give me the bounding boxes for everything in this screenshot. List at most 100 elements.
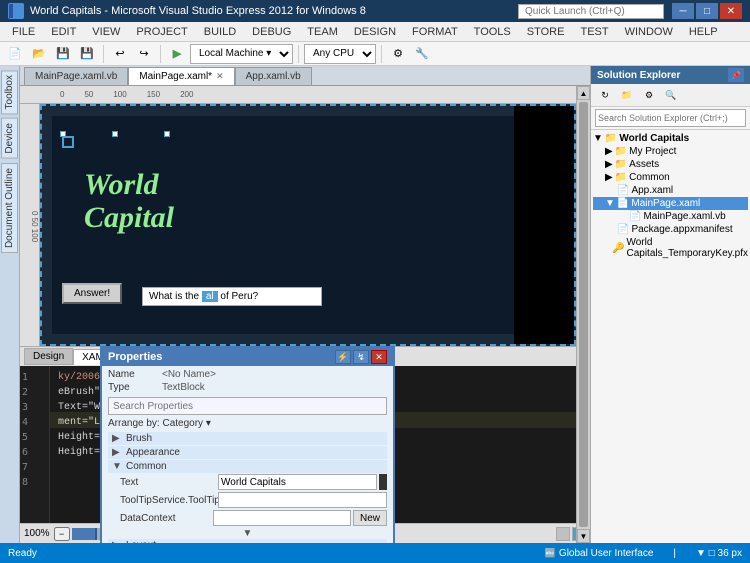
tree-assets[interactable]: ▶ 📁 Assets	[593, 158, 748, 171]
sol-btn-2[interactable]: 📁	[617, 86, 637, 104]
tree-mainpage-vb[interactable]: 📄 MainPage.xaml.vb	[593, 210, 748, 223]
props-arrange[interactable]: Arrange by: Category ▾	[108, 418, 387, 429]
tree-common[interactable]: ▶ 📁 Common	[593, 171, 748, 184]
tree-my-project[interactable]: ▶ 📁 My Project	[593, 145, 748, 158]
menu-build[interactable]: BUILD	[196, 24, 244, 40]
tab-mainpage-vb[interactable]: MainPage.xaml.vb	[24, 67, 128, 85]
menu-file[interactable]: FILE	[4, 24, 43, 40]
tree-temp-key[interactable]: 🔑 World Capitals_TemporaryKey.pfx	[593, 236, 748, 260]
tool2[interactable]: 🔧	[411, 44, 433, 64]
menu-debug[interactable]: DEBUG	[244, 24, 299, 40]
save-button[interactable]: 💾	[52, 44, 74, 64]
text-selection-box[interactable]: WorldCapital	[62, 136, 74, 148]
app-canvas[interactable]: WorldCapital Answer! What is the al of P…	[52, 116, 514, 334]
tree-package[interactable]: 📄 Package.appxmanifest	[593, 223, 748, 236]
menu-team[interactable]: TEAM	[299, 24, 346, 40]
properties-close-button[interactable]: ✕	[371, 350, 387, 364]
save-all-button[interactable]: 💾	[76, 44, 98, 64]
maximize-button[interactable]: □	[696, 3, 718, 19]
open-button[interactable]: 📂	[28, 44, 50, 64]
my-project-icon: 📁	[615, 146, 627, 157]
new-project-button[interactable]: 📄	[4, 44, 26, 64]
start-button[interactable]: ▶	[166, 44, 188, 64]
solution-explorer-title[interactable]: Solution Explorer 📌	[591, 66, 750, 84]
solution-tree: ▼ 📁 World Capitals ▶ 📁 My Project ▶ 📁 As…	[591, 130, 750, 543]
sol-btn-1[interactable]: ↻	[595, 86, 615, 104]
props-datacontext-label: DataContext	[108, 513, 213, 524]
code-line-2: eBrush">	[58, 385, 106, 400]
global-user-interface-label: 🔤 Global User Interface	[545, 548, 654, 559]
properties-sort-button[interactable]: ⚡	[335, 350, 351, 364]
toolbox-tab[interactable]: Toolbox	[1, 70, 18, 114]
tab-label2: App.xaml.vb	[246, 71, 301, 82]
menu-format[interactable]: FORMAT	[404, 24, 466, 40]
design-canvas[interactable]: 050100150200 0 50 100 WorldCapital	[20, 86, 590, 346]
scroll-up-button[interactable]: ▲	[577, 86, 590, 100]
properties-search-input[interactable]	[108, 397, 387, 415]
scroll-down-button[interactable]: ▼	[577, 529, 590, 543]
status-ready: Ready	[8, 548, 37, 559]
package-label: Package.appxmanifest	[631, 224, 732, 235]
props-datacontext-input[interactable]	[213, 510, 351, 526]
zoom-out-button[interactable]: −	[54, 527, 70, 541]
menu-help[interactable]: HELP	[681, 24, 726, 40]
menu-window[interactable]: WINDOW	[617, 24, 681, 40]
solution-panel-controls: 📌	[728, 68, 744, 82]
props-section-brush[interactable]: ▶ Brush	[108, 432, 387, 445]
solution-icon: 📁	[605, 133, 617, 144]
minimize-button[interactable]: ─	[672, 3, 694, 19]
menu-store[interactable]: STORE	[519, 24, 573, 40]
props-section-common[interactable]: ▼ Common	[108, 460, 387, 473]
tree-app-xaml[interactable]: 📄 App.xaml	[593, 184, 748, 197]
tab-mainpage-xaml[interactable]: MainPage.xaml* ✕	[128, 67, 234, 85]
window-title: World Capitals - Microsoft Visual Studio…	[30, 5, 508, 17]
tool1[interactable]: ⚙	[387, 44, 409, 64]
tree-mainpage-xaml[interactable]: ▼ 📄 MainPage.xaml	[593, 197, 748, 210]
tab-design[interactable]: Design	[24, 348, 73, 365]
solution-search-input[interactable]	[595, 109, 746, 127]
my-project-expand: ▶	[605, 146, 613, 157]
canvas-container: ▲ ▼ 050100150200 0 50 100	[20, 86, 590, 543]
redo-button[interactable]: ↪	[133, 44, 155, 64]
close-button[interactable]: ✕	[720, 3, 742, 19]
target-dropdown[interactable]: Local Machine ▾	[190, 44, 293, 64]
props-datacontext-row: DataContext New	[108, 510, 387, 526]
props-tooltip-input[interactable]	[218, 492, 387, 508]
scroll-thumb[interactable]	[579, 102, 588, 527]
new-button[interactable]: New	[353, 510, 387, 526]
appearance-label: Appearance	[126, 447, 180, 458]
menu-tools[interactable]: TOOLS	[466, 24, 519, 40]
undo-button[interactable]: ↩	[109, 44, 131, 64]
sol-btn-4[interactable]: 🔍	[661, 86, 681, 104]
props-section-appearance[interactable]: ▶ Appearance	[108, 446, 387, 459]
document-outline-tab[interactable]: Document Outline	[1, 163, 18, 253]
menu-edit[interactable]: EDIT	[43, 24, 84, 40]
handle-tl[interactable]	[60, 131, 66, 137]
tab-app-xaml-vb[interactable]: App.xaml.vb	[235, 67, 312, 85]
device-tab[interactable]: Device	[1, 118, 18, 159]
props-type-value: TextBlock	[162, 382, 387, 393]
props-expand-more[interactable]: ▼	[108, 528, 387, 539]
menu-test[interactable]: TEST	[572, 24, 616, 40]
separator2	[160, 45, 161, 63]
props-section-layout[interactable]: ▶ Layout	[108, 539, 387, 543]
props-name-row: Name <No Name>	[108, 369, 387, 380]
config-dropdown[interactable]: Any CPU	[304, 44, 376, 64]
props-text-input[interactable]	[218, 474, 377, 490]
answer-button[interactable]: Answer!	[62, 283, 122, 304]
menu-design[interactable]: DESIGN	[346, 24, 404, 40]
properties-title-bar[interactable]: Properties ⚡ ↯ ✕	[102, 348, 393, 366]
solution-search	[591, 107, 750, 130]
handle-tr[interactable]	[164, 131, 170, 137]
menu-view[interactable]: VIEW	[84, 24, 128, 40]
menu-project[interactable]: PROJECT	[128, 24, 195, 40]
properties-event-button[interactable]: ↯	[353, 350, 369, 364]
vertical-scrollbar[interactable]: ▲ ▼	[576, 86, 590, 543]
pin-button[interactable]: 📌	[728, 68, 744, 82]
sol-btn-3[interactable]: ⚙	[639, 86, 659, 104]
tab-close-icon[interactable]: ✕	[216, 71, 224, 82]
quick-launch-input[interactable]	[518, 4, 664, 19]
handle-tc[interactable]	[112, 131, 118, 137]
tree-root[interactable]: ▼ 📁 World Capitals	[593, 132, 748, 145]
indicator1	[556, 527, 570, 541]
